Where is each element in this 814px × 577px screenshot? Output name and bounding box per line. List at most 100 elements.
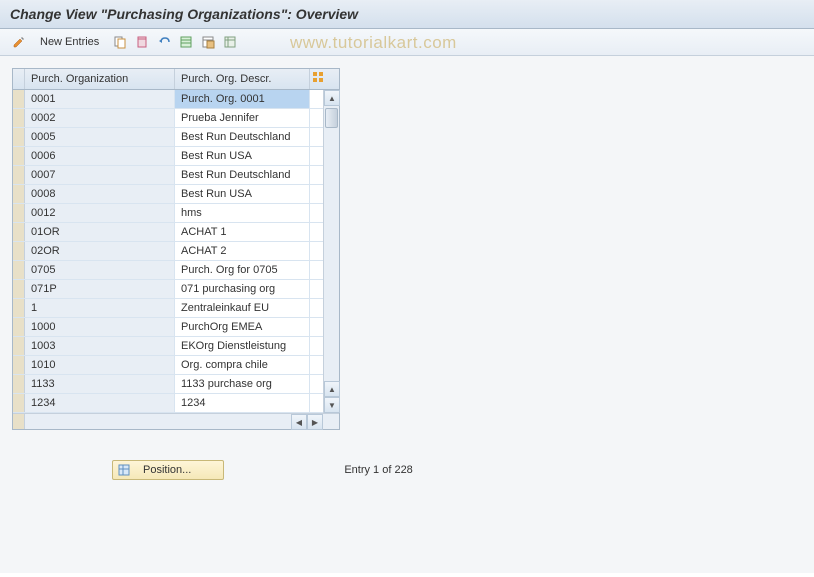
table-row[interactable]: 1000PurchOrg EMEA xyxy=(13,318,339,337)
toolbar: New Entries www.tutorialkart.com xyxy=(0,29,814,56)
table-row[interactable]: 071P071 purchasing org xyxy=(13,280,339,299)
corner-selector xyxy=(13,414,25,429)
table-row[interactable]: 1010Org. compra chile xyxy=(13,356,339,375)
cell-org[interactable]: 0005 xyxy=(25,128,175,146)
table-row[interactable]: 0007Best Run Deutschland xyxy=(13,166,339,185)
purchasing-org-table: Purch. Organization Purch. Org. Descr. 0… xyxy=(12,68,340,430)
scroll-track-v[interactable] xyxy=(324,106,339,381)
row-selector[interactable] xyxy=(13,375,25,393)
change-icon[interactable] xyxy=(10,33,28,51)
position-icon xyxy=(117,463,131,477)
row-selector[interactable] xyxy=(13,223,25,241)
cell-org[interactable]: 0008 xyxy=(25,185,175,203)
row-selector[interactable] xyxy=(13,90,25,108)
table-settings-icon[interactable] xyxy=(310,69,328,89)
deselect-all-icon[interactable] xyxy=(199,33,217,51)
table-row[interactable]: 0008Best Run USA xyxy=(13,185,339,204)
row-selector[interactable] xyxy=(13,299,25,317)
cell-org[interactable]: 1010 xyxy=(25,356,175,374)
table-row[interactable]: 1Zentraleinkauf EU xyxy=(13,299,339,318)
cell-org[interactable]: 0001 xyxy=(25,90,175,108)
cell-org[interactable]: 0007 xyxy=(25,166,175,184)
column-header-org[interactable]: Purch. Organization xyxy=(25,69,175,89)
row-selector[interactable] xyxy=(13,204,25,222)
cell-org[interactable]: 0006 xyxy=(25,147,175,165)
cell-descr[interactable]: Best Run USA xyxy=(175,147,310,165)
cell-descr[interactable]: ACHAT 1 xyxy=(175,223,310,241)
cell-org[interactable]: 0012 xyxy=(25,204,175,222)
cell-org[interactable]: 071P xyxy=(25,280,175,298)
row-selector[interactable] xyxy=(13,166,25,184)
cell-descr[interactable]: Purch. Org. 0001 xyxy=(175,90,310,108)
scroll-up-button[interactable]: ▲ xyxy=(324,90,340,106)
watermark-text: www.tutorialkart.com xyxy=(290,33,457,53)
table-row[interactable]: 12341234 xyxy=(13,394,339,413)
position-button[interactable]: Position... xyxy=(112,460,224,480)
content-area: Purch. Organization Purch. Org. Descr. 0… xyxy=(0,56,814,573)
table-row[interactable]: 11331133 purchase org xyxy=(13,375,339,394)
cell-org[interactable]: 1133 xyxy=(25,375,175,393)
scroll-corner xyxy=(323,414,339,429)
cell-descr[interactable]: Prueba Jennifer xyxy=(175,109,310,127)
cell-descr[interactable]: hms xyxy=(175,204,310,222)
cell-descr[interactable]: ACHAT 2 xyxy=(175,242,310,260)
cell-org[interactable]: 1234 xyxy=(25,394,175,412)
row-selector[interactable] xyxy=(13,394,25,412)
cell-org[interactable]: 02OR xyxy=(25,242,175,260)
print-icon[interactable] xyxy=(221,33,239,51)
column-header-descr[interactable]: Purch. Org. Descr. xyxy=(175,69,310,89)
cell-descr[interactable]: Best Run USA xyxy=(175,185,310,203)
cell-org[interactable]: 1000 xyxy=(25,318,175,336)
row-selector[interactable] xyxy=(13,128,25,146)
undo-icon[interactable] xyxy=(155,33,173,51)
delete-icon[interactable] xyxy=(133,33,151,51)
scroll-right-button[interactable]: ▶ xyxy=(307,414,323,430)
table-row[interactable]: 02ORACHAT 2 xyxy=(13,242,339,261)
row-selector[interactable] xyxy=(13,280,25,298)
cell-descr[interactable]: EKOrg Dienstleistung xyxy=(175,337,310,355)
row-selector[interactable] xyxy=(13,318,25,336)
table-row[interactable]: 0002Prueba Jennifer xyxy=(13,109,339,128)
horizontal-scrollbar[interactable]: ◀ ▶ xyxy=(13,413,339,429)
cell-descr[interactable]: PurchOrg EMEA xyxy=(175,318,310,336)
scroll-down-button[interactable]: ▼ xyxy=(324,397,340,413)
table-row[interactable]: 1003EKOrg Dienstleistung xyxy=(13,337,339,356)
row-selector[interactable] xyxy=(13,185,25,203)
scroll-thumb-v[interactable] xyxy=(325,108,338,128)
cell-descr[interactable]: 1234 xyxy=(175,394,310,412)
table-row[interactable]: 0005Best Run Deutschland xyxy=(13,128,339,147)
vertical-scrollbar[interactable]: ▲ ▲ ▼ xyxy=(323,90,339,413)
cell-descr[interactable]: Zentraleinkauf EU xyxy=(175,299,310,317)
cell-descr[interactable]: Best Run Deutschland xyxy=(175,128,310,146)
cell-descr[interactable]: 1133 purchase org xyxy=(175,375,310,393)
row-selector[interactable] xyxy=(13,242,25,260)
cell-descr[interactable]: Best Run Deutschland xyxy=(175,166,310,184)
row-selector[interactable] xyxy=(13,261,25,279)
select-all-column[interactable] xyxy=(13,69,25,89)
new-entries-button[interactable]: New Entries xyxy=(32,34,107,50)
scroll-down-far-button[interactable]: ▲ xyxy=(324,381,340,397)
select-all-icon[interactable] xyxy=(177,33,195,51)
copy-icon[interactable] xyxy=(111,33,129,51)
table-header: Purch. Organization Purch. Org. Descr. xyxy=(13,69,339,90)
cell-org[interactable]: 0705 xyxy=(25,261,175,279)
table-row[interactable]: 0001Purch. Org. 0001 xyxy=(13,90,339,109)
cell-org[interactable]: 1 xyxy=(25,299,175,317)
row-selector[interactable] xyxy=(13,109,25,127)
table-row[interactable]: 0705Purch. Org for 0705 xyxy=(13,261,339,280)
scroll-left-button[interactable]: ◀ xyxy=(291,414,307,430)
row-selector[interactable] xyxy=(13,337,25,355)
cell-descr[interactable]: 071 purchasing org xyxy=(175,280,310,298)
cell-org[interactable]: 1003 xyxy=(25,337,175,355)
table-row[interactable]: 0006Best Run USA xyxy=(13,147,339,166)
row-selector[interactable] xyxy=(13,147,25,165)
cell-descr[interactable]: Purch. Org for 0705 xyxy=(175,261,310,279)
cell-org[interactable]: 01OR xyxy=(25,223,175,241)
cell-org[interactable]: 0002 xyxy=(25,109,175,127)
cell-descr[interactable]: Org. compra chile xyxy=(175,356,310,374)
table-row[interactable]: 01ORACHAT 1 xyxy=(13,223,339,242)
row-selector[interactable] xyxy=(13,356,25,374)
entry-counter: Entry 1 of 228 xyxy=(344,464,413,476)
scroll-track-h[interactable] xyxy=(25,414,291,429)
table-row[interactable]: 0012hms xyxy=(13,204,339,223)
